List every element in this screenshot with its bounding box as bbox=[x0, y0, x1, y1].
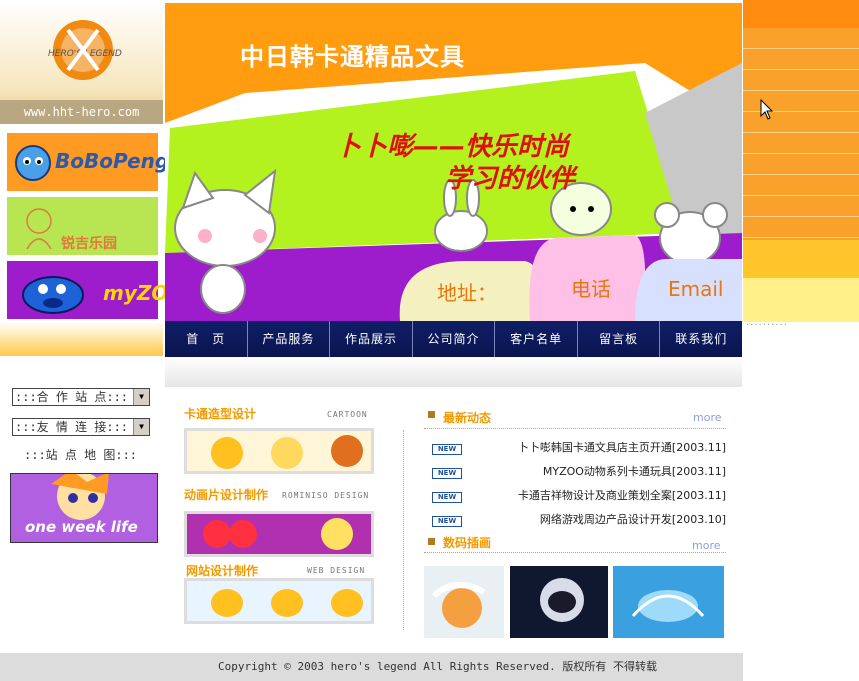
section-title-animation: 动画片设计制作 bbox=[184, 488, 269, 502]
myzo-mascot-icon bbox=[22, 276, 84, 314]
address-tab[interactable]: 地址： bbox=[437, 277, 497, 306]
nav-shadow-wave bbox=[165, 357, 742, 387]
new-badge-icon: NEW bbox=[432, 516, 462, 527]
partner-sites-select[interactable]: :::合 作 站 点::: ▼ bbox=[12, 388, 150, 406]
illustration-astronaut-photo[interactable] bbox=[510, 566, 608, 638]
news-bullet-icon bbox=[428, 411, 435, 418]
digital-title: 数码插画 bbox=[443, 536, 492, 550]
news-item-text[interactable]: 卜卜嘭韩国卡通文具店主页开通[2003.11] bbox=[518, 439, 726, 455]
nav-item-home[interactable]: 首 页 bbox=[165, 321, 248, 357]
right-decor-stripes bbox=[743, 28, 859, 240]
water-splash-image bbox=[613, 566, 724, 638]
illustration-orange-photo[interactable] bbox=[424, 566, 504, 638]
brand-label: 锐吉乐园 bbox=[61, 236, 117, 252]
section-title-web: 网站设计制作 bbox=[186, 564, 259, 578]
select-value: :::友 情 连 接::: bbox=[15, 420, 129, 434]
brand-link-bobopeng[interactable]: BoBoPeng bbox=[6, 132, 169, 192]
new-badge-icon: NEW bbox=[432, 492, 462, 503]
nav-item-products[interactable]: 产品服务 bbox=[248, 321, 331, 357]
site-url: www.hht-hero.com bbox=[0, 100, 163, 124]
chevron-down-icon[interactable]: ▼ bbox=[133, 389, 149, 405]
select-value: :::合 作 站 点::: bbox=[15, 390, 129, 404]
brand-link-myzo[interactable]: myZO bbox=[6, 260, 168, 320]
cartoon-thumbnail[interactable] bbox=[184, 428, 374, 474]
brand-label: myZO bbox=[103, 281, 169, 305]
news-item-text[interactable]: 卡通吉祥物设计及商业策划全案[2003.11] bbox=[518, 487, 726, 503]
section-title-cartoon: 卡通造型设计 bbox=[184, 407, 257, 421]
promo-banner-one-week-life[interactable]: one week life bbox=[10, 473, 158, 543]
nav-item-contact[interactable]: 联系我们 bbox=[660, 321, 742, 357]
astronaut-image bbox=[510, 566, 608, 638]
animation-thumbnail[interactable] bbox=[184, 511, 374, 557]
ruiji-character-icon bbox=[26, 208, 52, 250]
hero-legend-logo: HERO'S LEGEND bbox=[48, 20, 122, 80]
phone-tab[interactable]: 电话 bbox=[571, 273, 611, 302]
banner-slogan-line2: 学习的伙伴 bbox=[445, 164, 576, 194]
promo-text: one week life bbox=[25, 518, 138, 536]
news-item[interactable]: NEW 卜卜嘭韩国卡通文具店主页开通[2003.11] bbox=[432, 439, 726, 459]
duck-characters-image bbox=[187, 581, 371, 621]
left-divider-band bbox=[0, 322, 163, 356]
nav-item-works[interactable]: 作品展示 bbox=[330, 321, 413, 357]
news-item-text[interactable]: MYZOO动物系列卡通玩具[2003.11] bbox=[543, 463, 726, 479]
brand-label: BoBoPeng bbox=[55, 149, 170, 173]
news-item[interactable]: NEW 网络游戏周边产品设计开发[2003.10] bbox=[432, 511, 726, 531]
illustration-water-photo[interactable] bbox=[613, 566, 724, 638]
animation-characters-image bbox=[187, 514, 371, 554]
news-divider bbox=[424, 428, 726, 429]
right-decor-band-yellow bbox=[743, 240, 859, 278]
cartoon-characters-image bbox=[187, 431, 371, 471]
brand-link-ruiji[interactable]: 锐吉乐园 bbox=[6, 196, 159, 256]
sitemap-link[interactable]: :::站 点 地 图::: bbox=[24, 446, 137, 463]
news-item-text[interactable]: 网络游戏周边产品设计开发[2003.10] bbox=[540, 511, 726, 527]
news-item[interactable]: NEW MYZOO动物系列卡通玩具[2003.11] bbox=[432, 463, 726, 483]
section-en-web: WEB DESIGN bbox=[307, 566, 366, 575]
main-nav: 首 页 产品服务 作品展示 公司简介 客户名单 留言板 联系我们 bbox=[165, 321, 742, 357]
digital-bullet-icon bbox=[428, 538, 435, 545]
news-title: 最新动态 bbox=[443, 411, 492, 425]
mouse-cursor-icon bbox=[760, 99, 774, 120]
dotted-divider: ·········· bbox=[746, 320, 788, 331]
digital-more-link[interactable]: more bbox=[692, 539, 721, 552]
news-item[interactable]: NEW 卡通吉祥物设计及商业策划全案[2003.11] bbox=[432, 487, 726, 507]
copyright-text: Copyright © 2003 hero's legend All Right… bbox=[218, 660, 657, 673]
content-vertical-divider bbox=[403, 430, 404, 630]
section-en-animation: ROMINISO DESIGN bbox=[282, 491, 370, 500]
hero-banner: 中日韩卡通精品文具 卜卜嘭——快乐时尚 学习的伙伴 地址： 电话 Email bbox=[165, 3, 742, 321]
digital-divider bbox=[424, 552, 726, 553]
new-badge-icon: NEW bbox=[432, 468, 462, 479]
chevron-down-icon[interactable]: ▼ bbox=[133, 419, 149, 435]
friend-links-select[interactable]: :::友 情 连 接::: ▼ bbox=[12, 418, 150, 436]
news-more-link[interactable]: more bbox=[693, 411, 722, 424]
nav-item-guestbook[interactable]: 留言板 bbox=[578, 321, 661, 357]
email-tab[interactable]: Email bbox=[668, 277, 724, 301]
web-thumbnail[interactable] bbox=[184, 578, 374, 624]
new-badge-icon: NEW bbox=[432, 444, 462, 455]
banner-title: 中日韩卡通精品文具 bbox=[240, 43, 465, 71]
bobopeng-mascot-icon bbox=[15, 145, 51, 181]
nav-item-clients[interactable]: 客户名单 bbox=[495, 321, 578, 357]
section-en-cartoon: CARTOON bbox=[327, 410, 368, 419]
orange-splash-image bbox=[424, 566, 504, 638]
right-decor-top bbox=[743, 0, 859, 28]
right-decor-band-pale bbox=[743, 278, 859, 322]
nav-item-about[interactable]: 公司简介 bbox=[413, 321, 496, 357]
